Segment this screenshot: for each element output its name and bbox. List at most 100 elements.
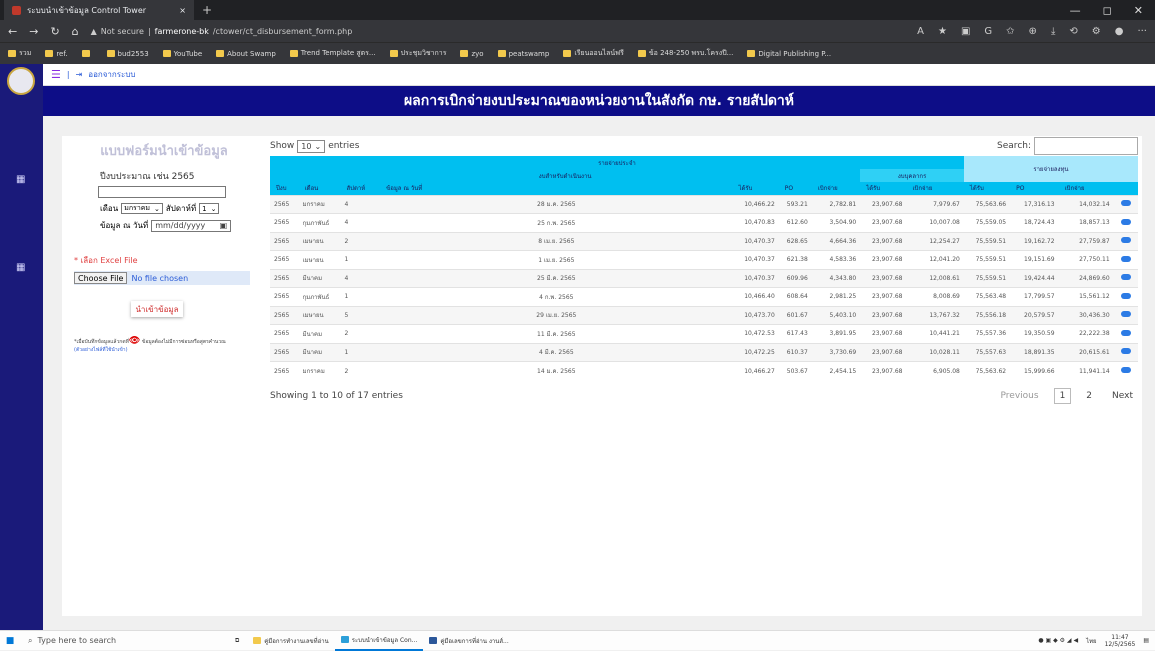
view-eye-icon[interactable] — [1120, 367, 1131, 373]
file-input[interactable]: Choose File No file chosen — [74, 271, 250, 285]
profile-avatar-icon[interactable]: ● — [1115, 26, 1124, 37]
bookmark-item[interactable]: ref. — [45, 50, 68, 58]
sample-file-link[interactable]: (ตัวอย่างไฟล์ที่ใช้นำเข้า) — [74, 347, 128, 353]
bookmark-item[interactable]: Trend Template สูตร... — [289, 48, 376, 59]
read-aloud-icon[interactable]: A — [917, 26, 924, 37]
column-header[interactable]: เบิกจ่าย — [811, 182, 861, 195]
bookmark-item[interactable]: ประชุมวิชาการ — [389, 48, 446, 59]
year-input[interactable] — [98, 186, 226, 198]
logout-link[interactable]: ออกจากระบบ — [88, 68, 135, 81]
maximize-icon[interactable]: ◻ — [1103, 4, 1112, 17]
choose-file-button[interactable]: Choose File — [74, 272, 128, 284]
search-input[interactable] — [1034, 137, 1138, 155]
table-cell: 75,556.18 — [963, 305, 1011, 325]
bookmark-item[interactable]: รวม — [8, 48, 31, 59]
table-search: Search: — [997, 137, 1138, 155]
bookmark-item[interactable]: peatswamp — [497, 50, 549, 58]
forward-icon[interactable]: → — [29, 25, 38, 38]
column-header[interactable]: PO — [1010, 182, 1059, 195]
column-header[interactable] — [1113, 182, 1138, 195]
import-button[interactable]: นำเข้าข้อมูล — [131, 301, 183, 317]
column-header[interactable]: ได้รับ — [732, 182, 779, 195]
column-header[interactable]: ข้อมูล ณ วันที่ — [380, 182, 733, 195]
notification-icon[interactable]: ▤ — [1143, 637, 1149, 644]
refresh-sync-icon[interactable]: G — [984, 26, 992, 37]
column-header[interactable]: ได้รับ — [963, 182, 1011, 195]
view-eye-icon[interactable] — [1120, 329, 1131, 336]
home-icon[interactable]: ⌂ — [72, 25, 79, 38]
date-input[interactable]: mm/dd/yyyy ▣ — [151, 219, 232, 232]
table-cell: 75,557.36 — [963, 324, 1011, 343]
taskbar-app-explorer[interactable]: คู่มือการทำงานเลขที่อ่าน — [247, 631, 334, 651]
view-eye-icon[interactable] — [1120, 237, 1131, 244]
tray-icons[interactable]: ● ▣ ◆ ⚙ ◢ ◀ — [1038, 637, 1078, 644]
downloads-icon[interactable]: ⤓ — [1051, 26, 1055, 37]
windows-start-icon[interactable]: ■ — [0, 636, 20, 646]
system-tray: ● ▣ ◆ ⚙ ◢ ◀ ไทย 11:47 12/5/2565 ▤ — [1038, 634, 1155, 648]
bookmark-item[interactable] — [81, 50, 93, 57]
taskbar-app-word[interactable]: คู่มือเลขการที่อ่าน งานส์... — [423, 631, 514, 651]
table-cell: 608.64 — [778, 287, 812, 306]
week-select[interactable]: 1 ⌄ — [199, 203, 220, 214]
column-header[interactable]: ได้รับ — [860, 182, 907, 195]
column-header[interactable]: เบิกจ่าย — [906, 182, 964, 195]
clock[interactable]: 11:47 12/5/2565 — [1105, 634, 1136, 648]
browser-tab[interactable]: ระบบนำเข้าข้อมูล Control Tower × — [4, 0, 194, 20]
more-menu-icon[interactable]: ··· — [1137, 26, 1147, 37]
next-page-button[interactable]: Next — [1107, 389, 1138, 403]
content-card: แบบฟอร์มนำเข้าข้อมูล ปีงบประมาณ เช่น 256… — [62, 136, 1142, 616]
menu-grid-icon[interactable]: ▦ — [16, 262, 25, 273]
bookmark-item[interactable]: Digital Publishing P... — [747, 50, 831, 58]
minimize-icon[interactable]: — — [1070, 4, 1081, 17]
month-select[interactable]: มกราคม ⌄ — [121, 203, 163, 214]
bookmark-item[interactable]: ข้อ 248-250 พรบ.โครงปี... — [637, 48, 733, 59]
bookmark-item[interactable]: YouTube — [162, 50, 202, 58]
language-indicator[interactable]: ไทย — [1086, 636, 1097, 646]
view-eye-icon[interactable] — [1120, 311, 1131, 318]
table-cell: 10,470.37 — [732, 268, 779, 288]
folder-icon — [253, 637, 262, 644]
share-icon[interactable]: ⟲ — [1069, 26, 1077, 37]
view-eye-icon[interactable] — [1120, 255, 1131, 262]
bookmark-item[interactable]: About Swamp — [216, 50, 276, 58]
bookmark-item[interactable]: bud2553 — [106, 50, 149, 58]
column-header[interactable]: PO — [778, 182, 812, 195]
reload-icon[interactable]: ↻ — [50, 25, 59, 38]
view-eye-icon[interactable] — [1120, 274, 1131, 281]
table-cell: 29 เม.ย. 2565 — [380, 305, 733, 325]
calendar-icon[interactable]: ▣ — [220, 221, 228, 230]
view-eye-icon[interactable] — [1120, 218, 1131, 225]
hamburger-menu-icon[interactable]: ☰ — [51, 68, 61, 81]
favorites-icon[interactable]: ✩ — [1006, 26, 1014, 37]
search-icon: ⌕ — [28, 635, 33, 645]
bookmark-item[interactable]: เรียนออนไลน์ฟรี — [563, 48, 624, 59]
page-2-button[interactable]: 2 — [1081, 389, 1097, 403]
column-header[interactable]: เดือน — [298, 182, 341, 195]
column-header[interactable]: เบิกจ่าย — [1058, 182, 1114, 195]
menu-grid-icon[interactable]: ▦ — [16, 174, 25, 185]
url-field[interactable]: ▲ Not secure | farmerone-bk/ctower/ct_di… — [91, 27, 906, 36]
view-eye-icon[interactable] — [1120, 348, 1131, 355]
table-cell: 617.43 — [778, 324, 812, 343]
close-window-icon[interactable]: ✕ — [1134, 4, 1143, 17]
logout-icon[interactable]: ⇥ — [76, 70, 83, 79]
tab-close-icon[interactable]: × — [179, 6, 186, 15]
taskbar-search[interactable]: ⌕ Type here to search — [20, 631, 235, 651]
task-view-icon[interactable]: ⧉ — [235, 637, 239, 645]
taskbar-app-edge[interactable]: ระบบนำเข้าข้อมูล Con... — [334, 631, 424, 651]
bookmark-item[interactable]: zyo — [460, 50, 484, 58]
settings-icon[interactable]: ⚙ — [1092, 26, 1101, 37]
view-eye-icon[interactable] — [1120, 292, 1131, 299]
collections-icon[interactable]: ⊕ — [1029, 26, 1037, 37]
table-cell: 2,981.25 — [811, 287, 861, 306]
page-1-button[interactable]: 1 — [1053, 388, 1072, 404]
favorite-star-icon[interactable]: ★ — [938, 26, 947, 37]
extensions-icon[interactable]: ▣ — [961, 26, 970, 37]
previous-page-button[interactable]: Previous — [996, 389, 1044, 403]
new-tab-button[interactable]: + — [202, 3, 212, 17]
view-eye-icon[interactable] — [1120, 200, 1131, 207]
column-header[interactable]: ปีงบ — [270, 182, 299, 195]
page-length-select[interactable]: 10 ⌄ — [297, 139, 326, 153]
back-icon[interactable]: ← — [8, 25, 17, 38]
column-header[interactable]: สัปดาห์ — [340, 182, 381, 195]
